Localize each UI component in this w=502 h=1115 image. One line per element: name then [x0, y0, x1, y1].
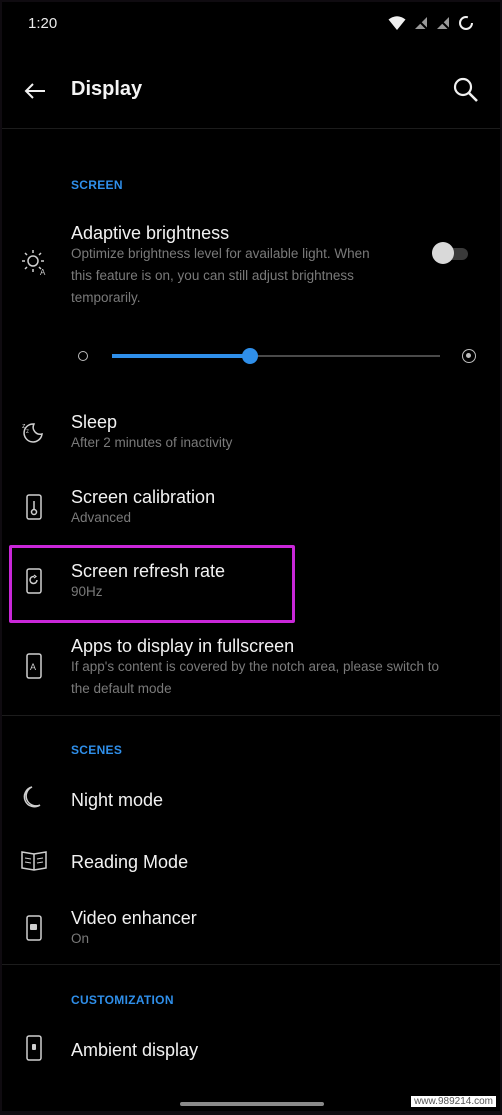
wifi-icon	[388, 15, 406, 31]
toggle-thumb	[432, 242, 454, 264]
status-bar: 1:20	[2, 2, 500, 46]
navigation-handle[interactable]	[180, 1102, 324, 1106]
svg-text:A: A	[40, 268, 46, 276]
display-settings-screen: 1:20 Display SCREEN A Adaptive brightnes…	[2, 2, 500, 1111]
screen-calibration-title: Screen calibration	[71, 487, 216, 507]
video-phone-icon	[20, 914, 48, 942]
search-icon[interactable]	[450, 74, 484, 108]
video-enhancer-subtitle: On	[71, 931, 90, 946]
sleep-item[interactable]: z z Sleep After 2 minutes of inactivity	[2, 408, 500, 458]
battery-charging-icon	[458, 15, 474, 31]
watermark: www.989214.com	[411, 1096, 496, 1107]
brightness-high-icon	[462, 349, 476, 363]
screen-calibration-subtitle: Advanced	[71, 510, 132, 525]
sleep-subtitle: After 2 minutes of inactivity	[71, 435, 233, 450]
adaptive-brightness-subtitle-3: temporarily.	[71, 290, 141, 305]
adaptive-brightness-title: Adaptive brightness	[71, 223, 230, 243]
brightness-auto-icon: A	[20, 248, 48, 277]
brightness-low-icon	[78, 351, 88, 361]
moon-icon	[20, 784, 48, 812]
section-header-screen: SCREEN	[71, 178, 123, 192]
book-icon	[20, 846, 48, 874]
app-bar: Display	[2, 60, 500, 122]
highlight-box	[9, 545, 295, 623]
sleep-icon: z z	[20, 418, 48, 446]
status-icons	[388, 15, 474, 31]
adaptive-brightness-subtitle-1: Optimize brightness level for available …	[71, 246, 370, 261]
reading-mode-title: Reading Mode	[71, 852, 189, 872]
ambient-phone-icon	[20, 1034, 48, 1062]
slider-thumb[interactable]	[242, 348, 258, 364]
night-mode-title: Night mode	[71, 790, 164, 810]
fullscreen-apps-item[interactable]: A Apps to display in fullscreen If app's…	[2, 632, 500, 704]
divider	[2, 715, 500, 716]
page-title: Display	[71, 78, 143, 100]
svg-text:z: z	[26, 429, 29, 435]
ambient-display-item[interactable]: Ambient display	[2, 1028, 500, 1072]
reading-mode-item[interactable]: Reading Mode	[2, 840, 500, 884]
fullscreen-apps-subtitle-1: If app's content is covered by the notch…	[71, 659, 440, 674]
fullscreen-app-icon: A	[20, 652, 48, 680]
adaptive-brightness-toggle[interactable]	[432, 242, 470, 264]
night-mode-item[interactable]: Night mode	[2, 778, 500, 822]
section-header-customization: CUSTOMIZATION	[71, 993, 174, 1007]
video-enhancer-title: Video enhancer	[71, 908, 197, 928]
adaptive-brightness-subtitle-2: this feature is on, you can still adjust…	[71, 268, 354, 283]
adaptive-brightness-item[interactable]: A Adaptive brightness Optimize brightnes…	[2, 220, 500, 316]
video-enhancer-item[interactable]: Video enhancer On	[2, 904, 500, 954]
brightness-slider[interactable]	[2, 342, 500, 372]
slider-fill	[112, 354, 250, 358]
fullscreen-apps-subtitle-2: the default mode	[71, 681, 172, 696]
signal-off-icon	[414, 16, 428, 30]
sleep-title: Sleep	[71, 412, 118, 432]
divider	[2, 964, 500, 965]
arrow-left-icon[interactable]	[20, 76, 50, 106]
fullscreen-apps-title: Apps to display in fullscreen	[71, 636, 295, 656]
section-header-scenes: SCENES	[71, 743, 123, 757]
divider	[2, 128, 500, 129]
status-time: 1:20	[28, 15, 58, 32]
svg-text:A: A	[30, 662, 36, 672]
screen-calibration-item[interactable]: Screen calibration Advanced	[2, 483, 500, 533]
thermometer-phone-icon	[20, 493, 48, 521]
signal-off-icon-2	[436, 16, 450, 30]
ambient-display-title: Ambient display	[71, 1040, 199, 1060]
